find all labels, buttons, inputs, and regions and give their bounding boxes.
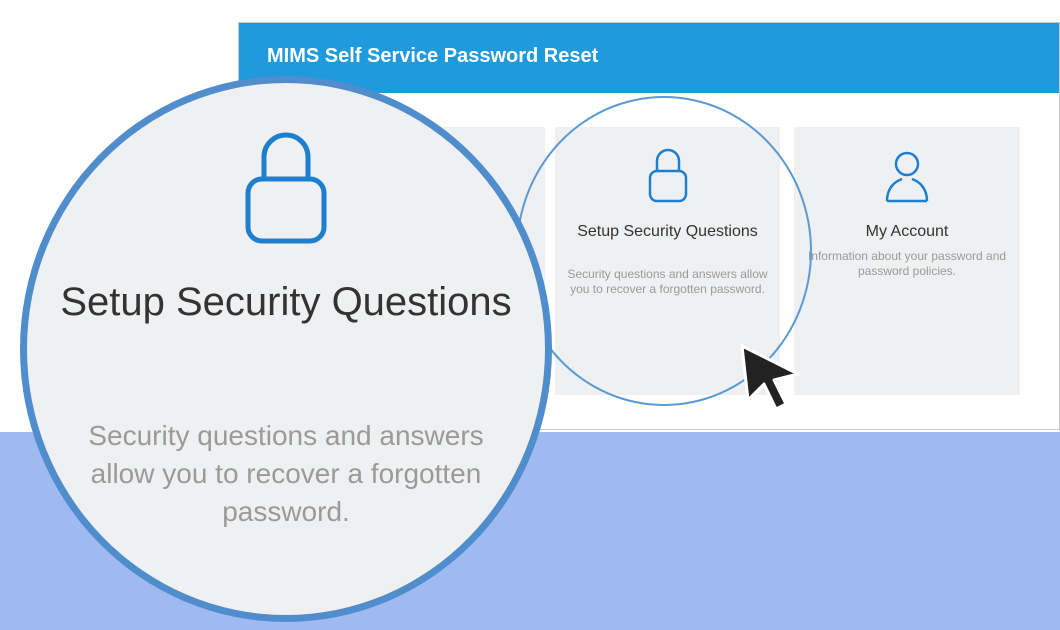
mouse-pointer-icon bbox=[738, 342, 802, 417]
user-icon bbox=[794, 141, 1020, 216]
lock-icon bbox=[555, 141, 780, 216]
tile-description: Information about your password and pass… bbox=[807, 249, 1007, 278]
tile-description: Security questions and answers allow you… bbox=[567, 267, 768, 296]
tile-my-account[interactable]: My Account Information about your passwo… bbox=[794, 127, 1020, 395]
app-header: MIMS Self Service Password Reset bbox=[239, 23, 1059, 93]
app-title: MIMS Self Service Password Reset bbox=[267, 45, 599, 67]
lock-icon bbox=[27, 117, 545, 262]
magnified-title: Setup Security Questions bbox=[60, 280, 512, 324]
magnified-description: Security questions and answers allow you… bbox=[88, 420, 484, 527]
tile-title: My Account bbox=[865, 223, 949, 240]
magnified-tile-callout: Setup Security Questions Security questi… bbox=[20, 76, 552, 622]
tile-title: Setup Security Questions bbox=[577, 223, 758, 240]
